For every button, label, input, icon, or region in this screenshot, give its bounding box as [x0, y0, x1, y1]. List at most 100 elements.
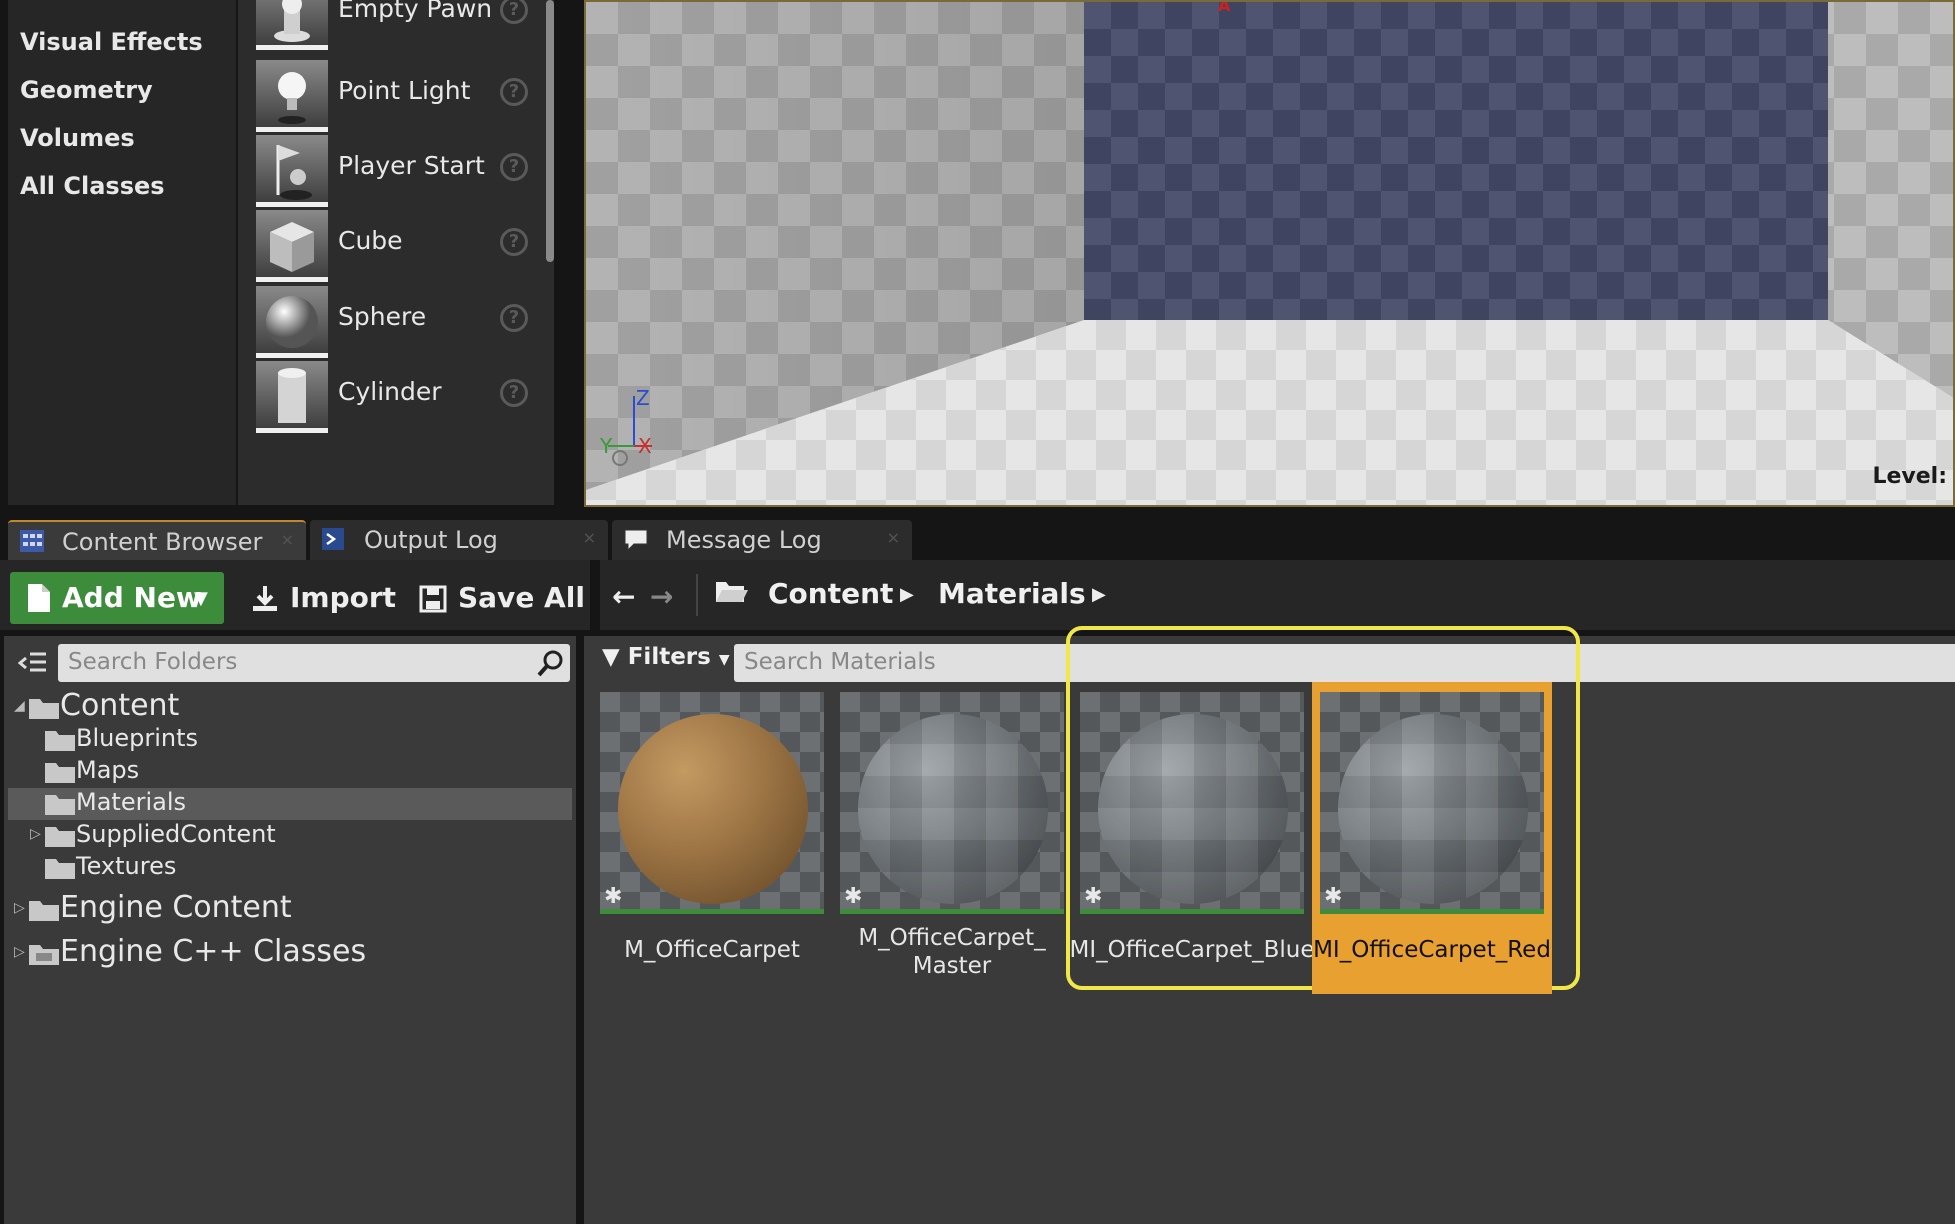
cylinder-icon [256, 361, 328, 433]
tab-content-browser[interactable]: Content Browser × [8, 520, 306, 560]
actor-label: Player Start [338, 151, 485, 180]
asset-name: M_OfficeCarpet_ Master [858, 925, 1046, 979]
search-placeholder: Search Folders [68, 649, 238, 675]
material-thumbnail: ✱ [600, 692, 824, 914]
search-icon[interactable] [536, 648, 566, 678]
tree-label: Engine Content [60, 890, 292, 925]
tree-label: SuppliedContent [76, 820, 276, 848]
actor-label: Sphere [338, 302, 427, 331]
tree-item-suppliedcontent[interactable]: ▷ SuppliedContent [8, 820, 572, 852]
asset-tile-m-officecarpet-master[interactable]: ✱ M_OfficeCarpet_ Master [840, 692, 1064, 979]
tree-item-materials[interactable]: Materials [8, 788, 572, 820]
tab-label: Message Log [666, 526, 822, 554]
help-icon[interactable]: ? [500, 0, 528, 24]
tree-label: Engine C++ Classes [60, 934, 367, 969]
help-icon[interactable]: ? [500, 379, 528, 407]
chevron-down-icon: ▼ [194, 588, 208, 609]
actor-row-empty-pawn[interactable]: Empty Pawn ? [238, 0, 548, 64]
category-visual-effects[interactable]: Visual Effects [20, 28, 203, 56]
expanded-arrow-icon[interactable]: ◢ [14, 698, 25, 714]
tab-strip: Content Browser × Output Log × Message L… [0, 508, 1955, 560]
category-geometry[interactable]: Geometry [20, 76, 153, 104]
level-viewport[interactable]: A Z Y X Level: [584, 0, 1955, 507]
close-icon[interactable]: × [281, 530, 294, 549]
tree-label: Maps [76, 756, 140, 784]
tree-item-textures[interactable]: Textures [8, 852, 572, 884]
asset-name: MI_OfficeCarpet_Red [1313, 937, 1551, 963]
folder-icon [28, 898, 60, 922]
folder-tree-panel: Search Folders ◢ Content Blueprints Maps… [4, 636, 576, 1224]
collapsed-arrow-icon[interactable]: ▷ [14, 900, 25, 916]
toggle-sources-icon[interactable] [17, 650, 48, 678]
save-icon [418, 582, 448, 614]
help-icon[interactable]: ? [500, 153, 528, 181]
breadcrumb-content[interactable]: Content [768, 577, 893, 610]
tab-label: Output Log [364, 526, 498, 554]
help-icon[interactable]: ? [500, 228, 528, 256]
folder-icon [44, 824, 76, 848]
import-button[interactable]: Import [250, 572, 396, 624]
category-all-classes[interactable]: All Classes [20, 172, 165, 200]
close-icon[interactable]: × [583, 528, 596, 547]
material-thumbnail: ✱ [1080, 692, 1304, 914]
chevron-right-icon[interactable]: ▶ [1092, 584, 1106, 605]
help-icon[interactable]: ? [500, 78, 528, 106]
asset-tile-mi-officecarpet-blue[interactable]: ✱ MI_OfficeCarpet_Blue [1069, 692, 1315, 963]
help-icon[interactable]: ? [500, 304, 528, 332]
content-browser-icon [18, 528, 46, 554]
tab-message-log[interactable]: Message Log × [612, 520, 912, 560]
category-volumes[interactable]: Volumes [20, 124, 135, 152]
material-thumbnail: ✱ [840, 692, 1064, 914]
message-log-icon [622, 526, 650, 552]
add-new-label: Add New [62, 581, 202, 614]
tree-item-maps[interactable]: Maps [8, 756, 572, 788]
folder-icon [44, 792, 76, 816]
folder-icon [44, 760, 76, 784]
tab-output-log[interactable]: Output Log × [310, 520, 608, 560]
tree-label: Blueprints [76, 724, 199, 752]
asset-type-icon: ✱ [1084, 884, 1103, 909]
filters-button[interactable]: ▼ Filters ▼ [602, 644, 730, 670]
sphere-icon [256, 286, 328, 358]
divider [696, 574, 698, 616]
actor-label: Empty Pawn [338, 0, 493, 23]
material-sphere [618, 714, 808, 904]
collapsed-arrow-icon[interactable]: ▷ [14, 944, 25, 960]
forward-arrow-icon[interactable]: → [650, 580, 673, 613]
save-all-label: Save All [458, 581, 585, 614]
chevron-right-icon[interactable]: ▶ [900, 584, 914, 605]
cpp-folder-icon [28, 942, 60, 966]
axis-gizmo-icon: Z Y X [600, 386, 670, 466]
checker-pattern [1098, 714, 1288, 904]
actor-row-cylinder[interactable]: Cylinder ? [238, 357, 548, 447]
folder-icon [28, 696, 60, 720]
tree-item-content[interactable]: ◢ Content [8, 688, 572, 724]
asset-type-icon: ✱ [844, 884, 863, 909]
close-icon[interactable]: × [887, 528, 900, 547]
asset-tile-mi-officecarpet-red[interactable]: ✱ MI_OfficeCarpet_Red [1312, 682, 1552, 994]
output-log-icon [320, 526, 348, 552]
chevron-down-icon: ▼ [718, 652, 730, 668]
axis-y-label: Y [600, 434, 613, 458]
asset-type-icon: ✱ [604, 884, 623, 909]
pawn-icon [256, 0, 328, 50]
import-label: Import [290, 581, 397, 614]
save-all-button[interactable]: Save All [418, 572, 585, 624]
add-new-button[interactable]: Add New ▼ [10, 572, 224, 624]
axis-z-label: Z [636, 386, 650, 410]
back-arrow-icon[interactable]: ← [612, 580, 635, 613]
tree-label: Materials [76, 788, 187, 816]
import-icon [250, 582, 280, 614]
search-folders-input[interactable]: Search Folders [58, 644, 570, 682]
actor-label: Cube [338, 226, 403, 255]
asset-tile-m-officecarpet[interactable]: ✱ M_OfficeCarpet [600, 692, 824, 963]
tree-item-blueprints[interactable]: Blueprints [8, 724, 572, 756]
tree-item-engine-content[interactable]: ▷ Engine Content [8, 890, 572, 926]
breadcrumb-materials[interactable]: Materials [938, 577, 1086, 610]
filters-label: Filters [627, 644, 711, 670]
actor-list-scrollbar[interactable] [546, 0, 554, 262]
search-placeholder: Search Materials [744, 649, 936, 675]
tree-item-engine-cpp-classes[interactable]: ▷ Engine C++ Classes [8, 934, 572, 970]
viewport-marker: A [1218, 0, 1231, 15]
collapsed-arrow-icon[interactable]: ▷ [30, 826, 41, 842]
